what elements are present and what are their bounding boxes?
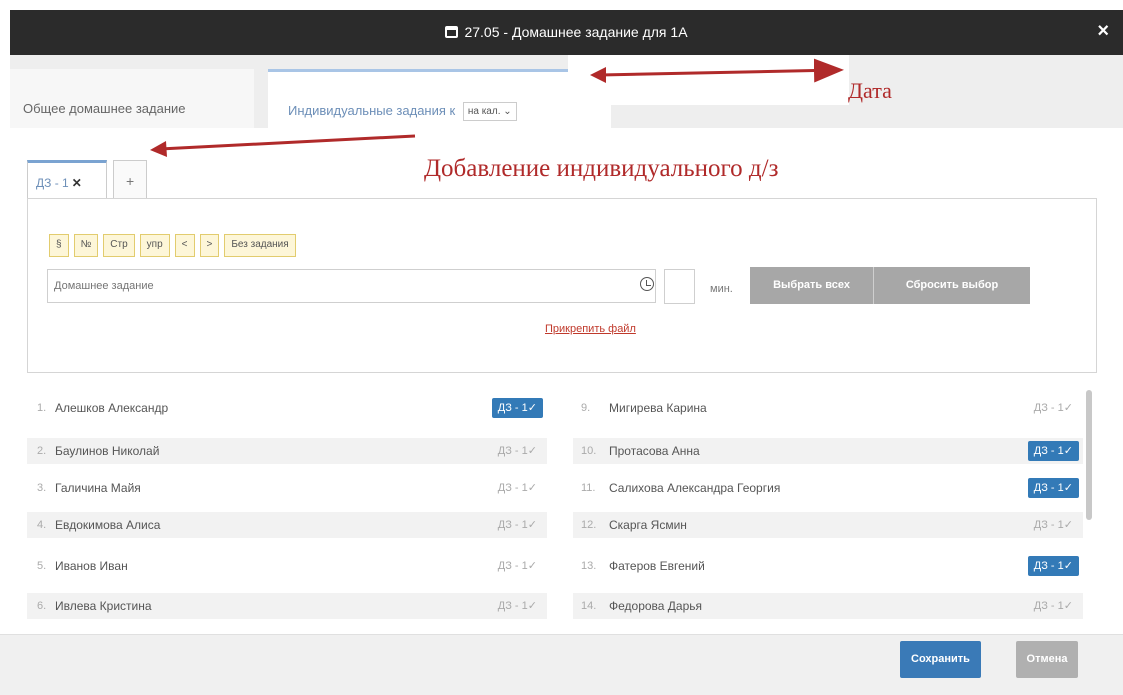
homework-badge[interactable]: ДЗ - 1✓ <box>491 398 543 418</box>
student-row: 13. Фатеров Евгений ДЗ - 1✓ <box>573 553 1083 579</box>
student-number: 14. <box>581 600 597 612</box>
dialog-title: 27.05 - Домашнее задание для 1А <box>10 24 1123 40</box>
tab-bar: Общее домашнее задание Индивидуальные за… <box>10 55 1123 128</box>
attach-file-link[interactable]: Прикрепить файл <box>545 323 636 335</box>
clock-icon <box>640 277 654 291</box>
student-number: 3. <box>37 482 47 494</box>
chip-next[interactable]: > <box>199 234 220 257</box>
student-list-scrollbar[interactable] <box>1086 390 1092 520</box>
student-name: Ивлева Кристина <box>55 599 152 613</box>
chip-paragraph[interactable]: § <box>49 234 69 257</box>
student-row: 4. Евдокимова Алиса ДЗ - 1✓ <box>27 512 547 538</box>
add-arrow <box>159 134 416 151</box>
student-name: Иванов Иван <box>55 559 128 573</box>
student-row: 1. Алешков Александр ДЗ - 1✓ <box>27 395 547 421</box>
student-row: 3. Галичина Майя ДЗ - 1✓ <box>27 475 547 501</box>
homework-input[interactable] <box>47 269 656 303</box>
homework-badge[interactable]: ДЗ - 1✓ <box>492 515 543 535</box>
dialog-footer: Сохранить Отмена <box>0 634 1123 695</box>
student-name: Федорова Дарья <box>609 599 703 613</box>
dialog-titlebar: 27.05 - Домашнее задание для 1А × <box>10 10 1123 55</box>
homework-badge[interactable]: ДЗ - 1✓ <box>1027 556 1079 576</box>
tab-general-homework[interactable]: Общее домашнее задание <box>10 69 254 128</box>
homework-panel: §№Струпр<>Без задания мин. Выбрать всех … <box>27 198 1097 373</box>
student-row: 9. Мигирева Карина ДЗ - 1✓ <box>573 395 1083 421</box>
homework-badge[interactable]: ДЗ - 1✓ <box>492 441 543 461</box>
student-row: 6. Ивлева Кристина ДЗ - 1✓ <box>27 593 547 619</box>
homework-badge[interactable]: ДЗ - 1✓ <box>492 478 543 498</box>
hw-tab-1[interactable]: ДЗ - 1 ✕ <box>27 160 107 198</box>
chip-no-task[interactable]: Без задания <box>224 234 296 257</box>
student-name: Алешков Александр <box>55 401 169 415</box>
homework-badge[interactable]: ДЗ - 1✓ <box>492 556 543 576</box>
student-name: Мигирева Карина <box>609 401 707 415</box>
add-arrow-head <box>150 141 167 157</box>
student-name: Салихова Александра Георгия <box>609 481 781 495</box>
hw-tab-1-label: ДЗ - 1 <box>36 176 69 190</box>
student-row: 5. Иванов Иван ДЗ - 1✓ <box>27 553 547 579</box>
student-name: Галичина Майя <box>55 481 141 495</box>
tab-general-label: Общее домашнее задание <box>23 101 186 116</box>
homework-badge[interactable]: ДЗ - 1✓ <box>1028 596 1079 616</box>
student-row: 10. Протасова Анна ДЗ - 1✓ <box>573 438 1083 464</box>
student-number: 2. <box>37 445 47 457</box>
close-icon[interactable]: × <box>1097 20 1109 43</box>
format-chips: § № Стр упр < > Без задания <box>49 234 301 257</box>
student-name: Скарга Ясмин <box>609 518 687 532</box>
date-select[interactable]: на кал. ⌄ <box>462 102 517 121</box>
select-all-button[interactable]: Выбрать всех <box>750 267 873 304</box>
student-number: 6. <box>37 600 47 612</box>
student-number: 12. <box>581 519 597 531</box>
annotation-add-individual: Добавление индивидуального д/з <box>424 155 779 182</box>
chip-exercise[interactable]: упр <box>139 234 170 257</box>
student-number: 4. <box>37 519 47 531</box>
homework-badge[interactable]: ДЗ - 1✓ <box>492 596 543 616</box>
chip-number[interactable]: № <box>73 234 99 257</box>
homework-badge[interactable]: ДЗ - 1✓ <box>1028 515 1079 535</box>
student-number: 1. <box>37 402 47 414</box>
calendar-icon <box>445 26 459 38</box>
student-row: 2. Баулинов Николай ДЗ - 1✓ <box>27 438 547 464</box>
student-name: Фатеров Евгений <box>609 559 705 573</box>
student-row: 11. Салихова Александра Георгия ДЗ - 1✓ <box>573 475 1083 501</box>
student-row: 14. Федорова Дарья ДЗ - 1✓ <box>573 593 1083 619</box>
chip-prev[interactable]: < <box>174 234 195 257</box>
student-number: 10. <box>581 445 597 457</box>
annotation-date: Дата <box>848 78 892 103</box>
minutes-input[interactable] <box>664 269 695 304</box>
minutes-label: мин. <box>710 283 733 295</box>
dialog-title-text: 27.05 - Домашнее задание для 1А <box>464 24 688 40</box>
student-row: 12. Скарга Ясмин ДЗ - 1✓ <box>573 512 1083 538</box>
save-button[interactable]: Сохранить <box>900 641 981 678</box>
cancel-button[interactable]: Отмена <box>1016 641 1078 678</box>
tab-individual-label: Индивидуальные задания к <box>288 102 456 118</box>
student-number: 5. <box>37 560 47 572</box>
homework-badge[interactable]: ДЗ - 1✓ <box>1027 441 1079 461</box>
student-name: Протасова Анна <box>609 444 700 458</box>
tab-individual-homework[interactable]: Индивидуальные задания к на кал. ⌄ <box>268 69 611 128</box>
add-hw-tab-button[interactable]: + <box>113 160 147 198</box>
student-number: 11. <box>581 482 596 494</box>
annotation-overlay-box <box>568 55 849 105</box>
student-name: Баулинов Николай <box>55 444 160 458</box>
homework-badge[interactable]: ДЗ - 1✓ <box>1027 478 1079 498</box>
student-number: 9. <box>581 402 591 414</box>
close-tab-icon[interactable]: ✕ <box>72 176 82 190</box>
reset-selection-button[interactable]: Сбросить выбор <box>873 267 1030 304</box>
student-name: Евдокимова Алиса <box>55 518 161 532</box>
chip-page[interactable]: Стр <box>103 234 135 257</box>
student-number: 13. <box>581 560 597 572</box>
homework-badge[interactable]: ДЗ - 1✓ <box>1028 398 1079 418</box>
